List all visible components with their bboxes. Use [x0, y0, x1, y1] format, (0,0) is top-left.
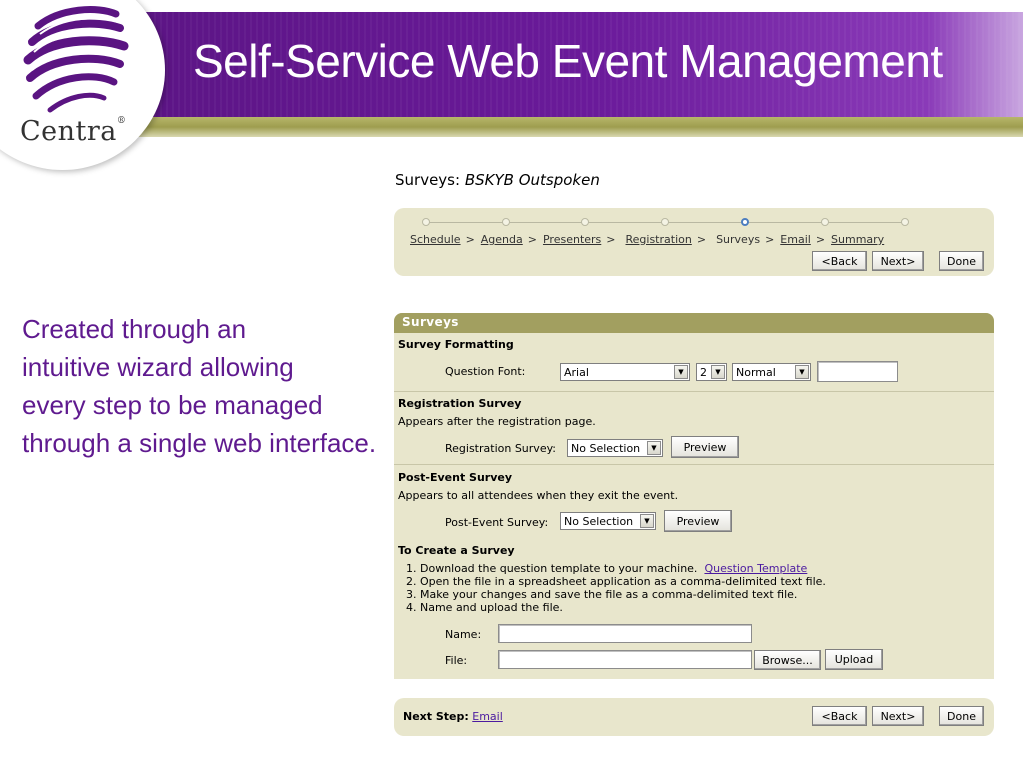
wizard-step-presenters[interactable]: Presenters	[543, 233, 601, 246]
wizard-step-dot	[661, 218, 669, 226]
post-event-survey-select[interactable]: No Selection ▼	[560, 512, 656, 530]
instruction-step-4: 4. Name and upload the file.	[406, 601, 563, 614]
footer-next-button[interactable]: Next>	[872, 706, 924, 726]
upload-button[interactable]: Upload	[825, 649, 883, 670]
page-title: Surveys: BSKYB Outspoken	[395, 171, 600, 189]
font-family-select[interactable]: Arial ▼	[560, 363, 690, 381]
registration-survey-select[interactable]: No Selection ▼	[567, 439, 663, 457]
instruction-step-3: 3. Make your changes and save the file a…	[406, 588, 798, 601]
font-color-input[interactable]	[817, 361, 898, 382]
wizard-navigation: Schedule > Agenda > Presenters > Registration >…	[394, 208, 994, 276]
footer-back-button[interactable]: <Back	[812, 706, 867, 726]
caption-line: every step to be managed	[22, 390, 323, 420]
instruction-step-2: 2. Open the file in a spreadsheet applic…	[406, 575, 826, 588]
panel-header: Surveys	[394, 313, 994, 333]
file-path-input[interactable]	[498, 650, 752, 669]
section-title-post-event: Post-Event Survey	[398, 471, 513, 484]
section-divider	[394, 464, 994, 465]
header-banner: Centra® Self-Service Web Event Managemen…	[0, 0, 1023, 170]
caption-line: Created through an	[22, 314, 247, 344]
wizard-step-registration[interactable]: Registration	[626, 233, 692, 246]
post-event-preview-button[interactable]: Preview	[664, 510, 732, 532]
registration-description: Appears after the registration page.	[398, 415, 596, 428]
wizard-step-dot	[901, 218, 909, 226]
wizard-step-summary[interactable]: Summary	[831, 233, 884, 246]
section-title-create: To Create a Survey	[398, 544, 515, 557]
centra-logo-icon	[23, 6, 129, 113]
name-label: Name:	[445, 628, 482, 641]
wizard-step-dot	[502, 218, 510, 226]
wizard-done-button[interactable]: Done	[939, 251, 984, 271]
registration-preview-button[interactable]: Preview	[671, 436, 739, 458]
section-title-registration: Registration Survey	[398, 397, 522, 410]
caption-line: intuitive wizard allowing	[22, 352, 294, 382]
event-name: BSKYB Outspoken	[464, 171, 600, 189]
footer-done-button[interactable]: Done	[939, 706, 984, 726]
surveys-panel: Surveys Survey Formatting Question Font:…	[394, 313, 994, 679]
wizard-step-dot	[821, 218, 829, 226]
caption-line: through a single web interface.	[22, 428, 377, 458]
chevron-down-icon: ▼	[647, 441, 661, 455]
wizard-next-button[interactable]: Next>	[872, 251, 924, 271]
wizard-step-email[interactable]: Email	[780, 233, 811, 246]
question-font-label: Question Font:	[445, 365, 526, 378]
next-step-info: Next Step: Email	[403, 710, 503, 723]
font-size-select[interactable]: 2 ▼	[696, 363, 727, 381]
survey-name-input[interactable]	[498, 624, 752, 643]
wizard-back-button[interactable]: <Back	[812, 251, 867, 271]
registration-survey-label: Registration Survey:	[445, 442, 556, 455]
section-divider	[394, 391, 994, 392]
instruction-step-1: 1. Download the question template to you…	[406, 562, 808, 575]
slide-title: Self-Service Web Event Management	[193, 35, 943, 87]
slide-caption: Created through an intuitive wizard allo…	[22, 310, 382, 462]
wizard-step-schedule[interactable]: Schedule	[410, 233, 461, 246]
chevron-down-icon: ▼	[795, 365, 809, 379]
next-step-email-link[interactable]: Email	[472, 710, 503, 723]
wizard-step-agenda[interactable]: Agenda	[481, 233, 523, 246]
wizard-steps: Schedule > Agenda > Presenters > Registration >…	[410, 233, 885, 246]
browse-button[interactable]: Browse...	[754, 650, 821, 670]
logo-wordmark: Centra®	[20, 116, 127, 147]
chevron-down-icon: ▼	[711, 365, 725, 379]
banner-olive-band	[120, 117, 1023, 137]
wizard-step-surveys-current: Surveys	[716, 233, 761, 246]
question-template-link[interactable]: Question Template	[704, 562, 807, 575]
post-event-survey-label: Post-Event Survey:	[445, 516, 549, 529]
wizard-step-dot	[581, 218, 589, 226]
wizard-step-dot	[422, 218, 430, 226]
chevron-down-icon: ▼	[640, 514, 654, 528]
footer-navigation: Next Step: Email <Back Next> Done	[394, 698, 994, 736]
file-label: File:	[445, 654, 468, 667]
chevron-down-icon: ▼	[674, 365, 688, 379]
font-style-select[interactable]: Normal ▼	[732, 363, 811, 381]
wizard-step-dot-active	[741, 218, 749, 226]
section-title-formatting: Survey Formatting	[398, 338, 514, 351]
post-event-description: Appears to all attendees when they exit …	[398, 489, 679, 502]
